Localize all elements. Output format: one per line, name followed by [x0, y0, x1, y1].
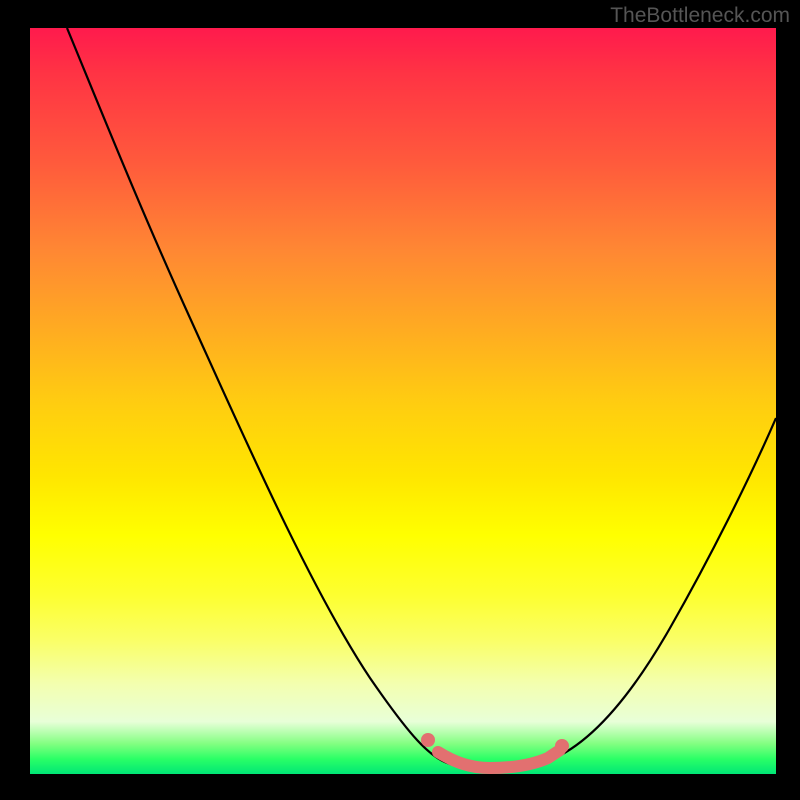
highlight-segment-path [438, 750, 560, 768]
highlight-dot-right [555, 739, 569, 753]
watermark-text: TheBottleneck.com [610, 4, 790, 28]
chart-container [30, 28, 776, 774]
highlight-dot-left [421, 733, 435, 747]
chart-svg [30, 28, 776, 774]
bottleneck-curve-path [67, 28, 776, 768]
